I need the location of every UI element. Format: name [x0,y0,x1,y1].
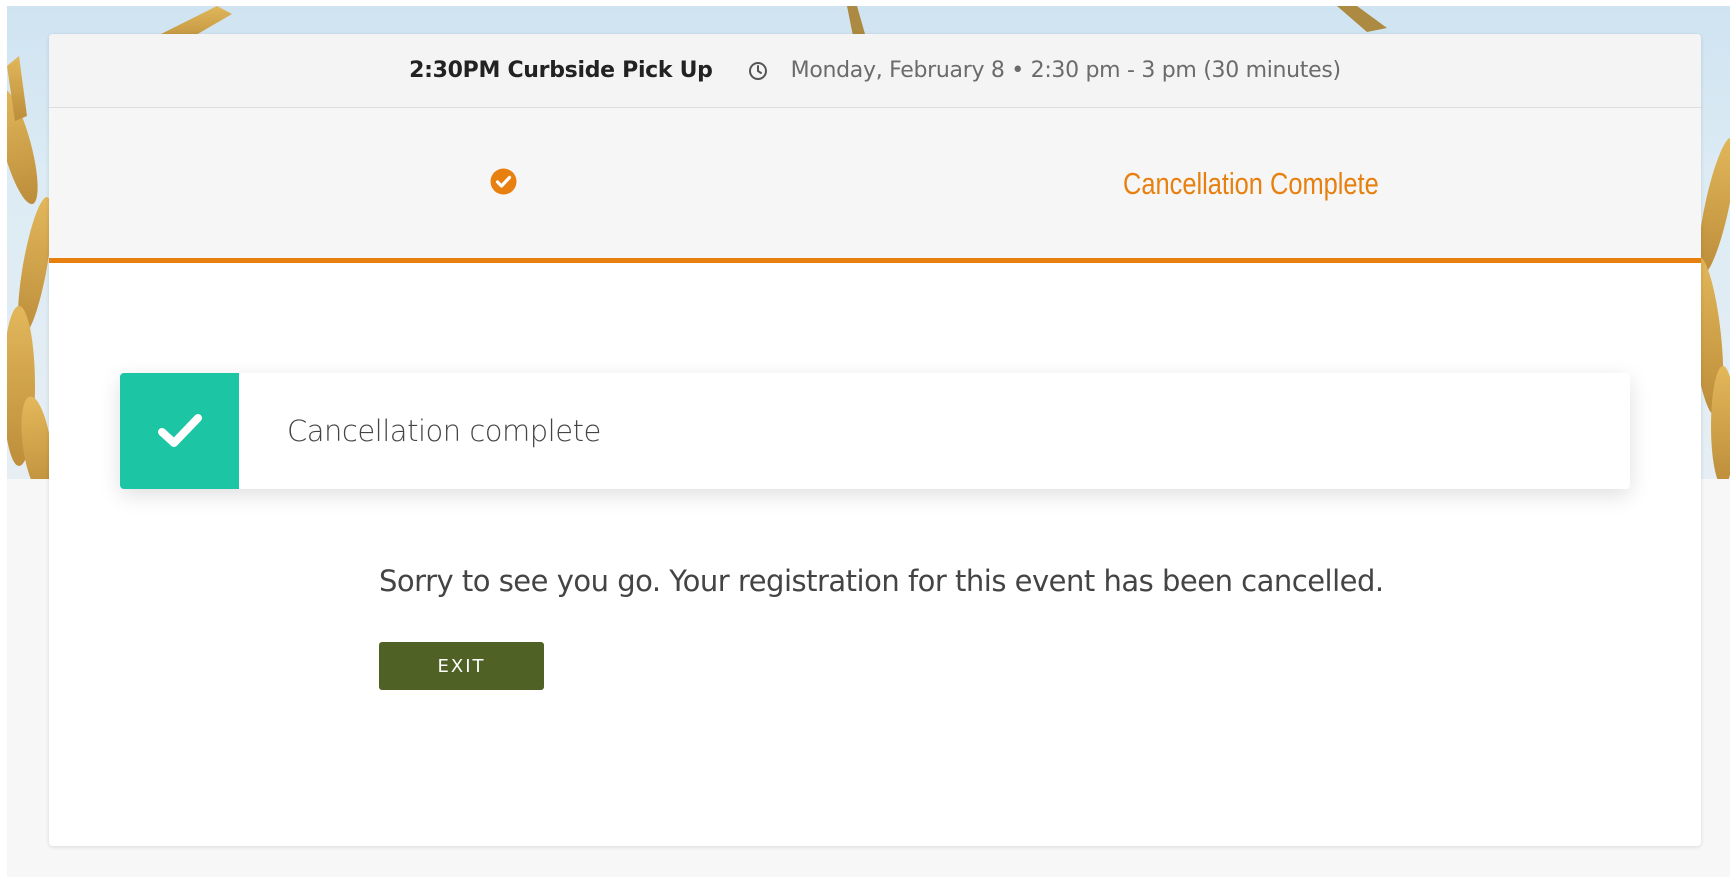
alert-text: Cancellation complete [287,414,601,448]
checkmark-icon [157,414,202,447]
alert-icon-box [120,373,239,489]
event-card: 2:30PM Curbside Pick Up Monday, February… [49,34,1701,846]
page-left-edge [0,0,7,877]
progress-steps: Cancellation Complete [49,108,1701,263]
step-current-label: Cancellation Complete [1123,166,1379,201]
check-circle-icon [490,168,517,195]
success-alert: Cancellation complete [120,373,1630,489]
event-datetime: Monday, February 8 • 2:30 pm - 3 pm (30 … [790,58,1341,83]
event-title: 2:30PM Curbside Pick Up [409,58,713,83]
event-header: 2:30PM Curbside Pick Up Monday, February… [49,34,1701,108]
clock-icon [747,60,769,82]
exit-button[interactable]: EXIT [379,642,544,690]
cancellation-message: Sorry to see you go. Your registration f… [379,564,1384,598]
